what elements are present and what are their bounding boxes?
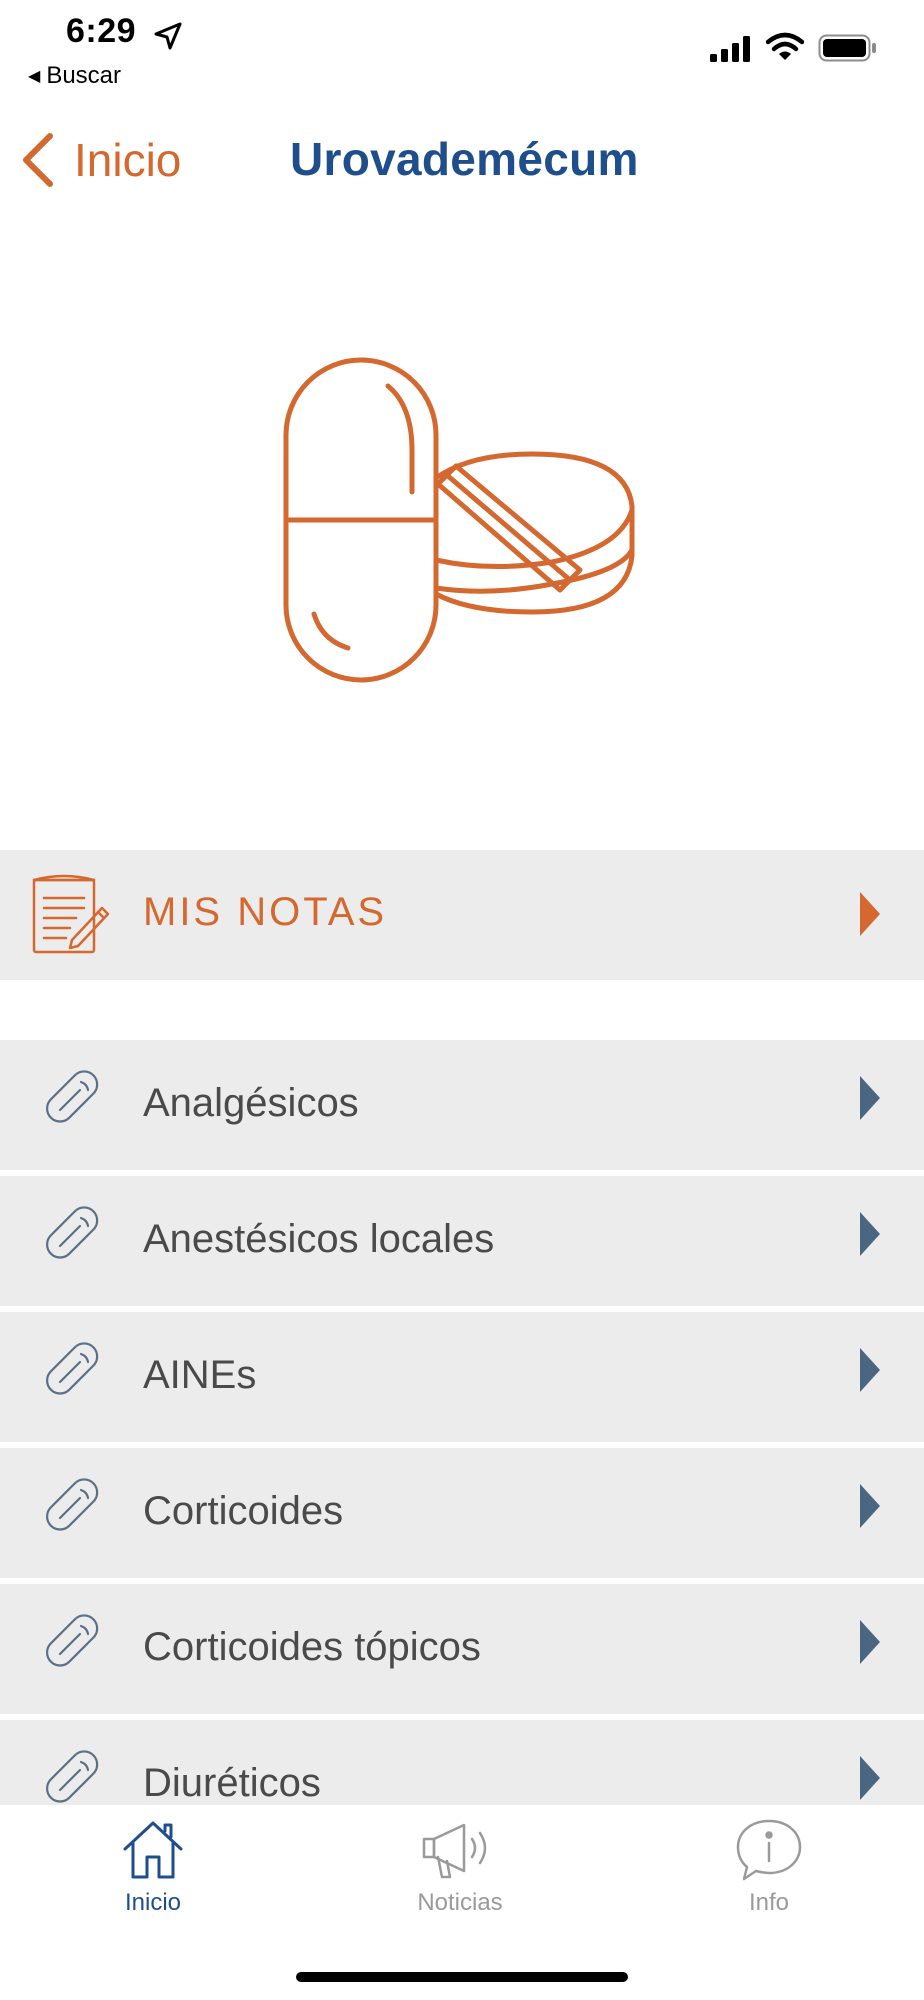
pills-illustration-icon: [283, 357, 635, 683]
tab-label: Inicio: [124, 1889, 182, 1916]
capsule-icon: [46, 1750, 99, 1803]
notes-pencil-icon: [32, 874, 110, 954]
page-title: Urovademécum: [290, 133, 639, 185]
back-triangle-icon: ◀: [28, 68, 41, 85]
chevron-right-icon: [860, 1620, 880, 1664]
category-row-corticoides[interactable]: Corticoides: [0, 1448, 924, 1578]
category-label: Anestésicos locales: [143, 1217, 495, 1261]
category-label: Diuréticos: [143, 1761, 321, 1805]
chevron-right-icon: [860, 892, 880, 936]
chevron-right-icon: [860, 1076, 880, 1120]
category-label: Corticoides: [143, 1489, 344, 1533]
back-app-label: Buscar: [46, 62, 122, 89]
my-notes-label: MIS NOTAS: [143, 890, 388, 934]
cellular-signal-icon: [710, 36, 750, 62]
category-row-anestesicos-locales[interactable]: Anestésicos locales: [0, 1176, 924, 1306]
category-row-aines[interactable]: AINEs: [0, 1312, 924, 1442]
capsule-icon: [46, 1070, 99, 1123]
capsule-icon: [46, 1342, 99, 1395]
navigation-bar: Inicio Urovademécum: [0, 110, 924, 210]
battery-icon: [818, 34, 876, 62]
chevron-left-icon: [23, 133, 53, 187]
chevron-right-icon: [860, 1348, 880, 1392]
category-label: AINEs: [143, 1353, 257, 1397]
category-row-corticoides-topicos[interactable]: Corticoides tópicos: [0, 1584, 924, 1714]
category-list: Analgésicos Anestésicos locales AINEs Co…: [0, 1040, 924, 1856]
status-time: 6:29: [66, 12, 137, 50]
category-label: Corticoides tópicos: [143, 1625, 481, 1669]
wifi-icon: [766, 32, 804, 60]
tab-bar: Inicio Noticias Info: [0, 1805, 924, 2000]
category-label: Analgésicos: [143, 1081, 359, 1125]
chevron-right-icon: [860, 1484, 880, 1528]
category-row-analgesicos[interactable]: Analgésicos: [0, 1040, 924, 1170]
tab-info[interactable]: Info: [669, 1817, 869, 1937]
back-button[interactable]: Inicio: [20, 130, 181, 190]
capsule-icon: [46, 1614, 99, 1667]
my-notes-row[interactable]: MIS NOTAS: [0, 850, 924, 980]
chevron-right-icon: [860, 1756, 880, 1800]
status-bar: 6:29 ◀ Buscar: [0, 0, 924, 100]
home-icon: [123, 1821, 183, 1879]
chevron-right-icon: [860, 1212, 880, 1256]
info-bubble-icon: [736, 1819, 802, 1881]
location-arrow-icon: [154, 22, 182, 50]
tab-inicio[interactable]: Inicio: [53, 1817, 253, 1937]
capsule-icon: [46, 1206, 99, 1259]
megaphone-icon: [422, 1823, 487, 1879]
tab-label: Noticias: [417, 1889, 503, 1916]
tab-noticias[interactable]: Noticias: [360, 1817, 560, 1937]
capsule-icon: [46, 1478, 99, 1531]
back-button-label: Inicio: [74, 134, 182, 186]
home-indicator: [296, 1972, 628, 1982]
back-to-app-link[interactable]: ◀ Buscar: [28, 62, 121, 90]
tab-label: Info: [748, 1889, 790, 1916]
